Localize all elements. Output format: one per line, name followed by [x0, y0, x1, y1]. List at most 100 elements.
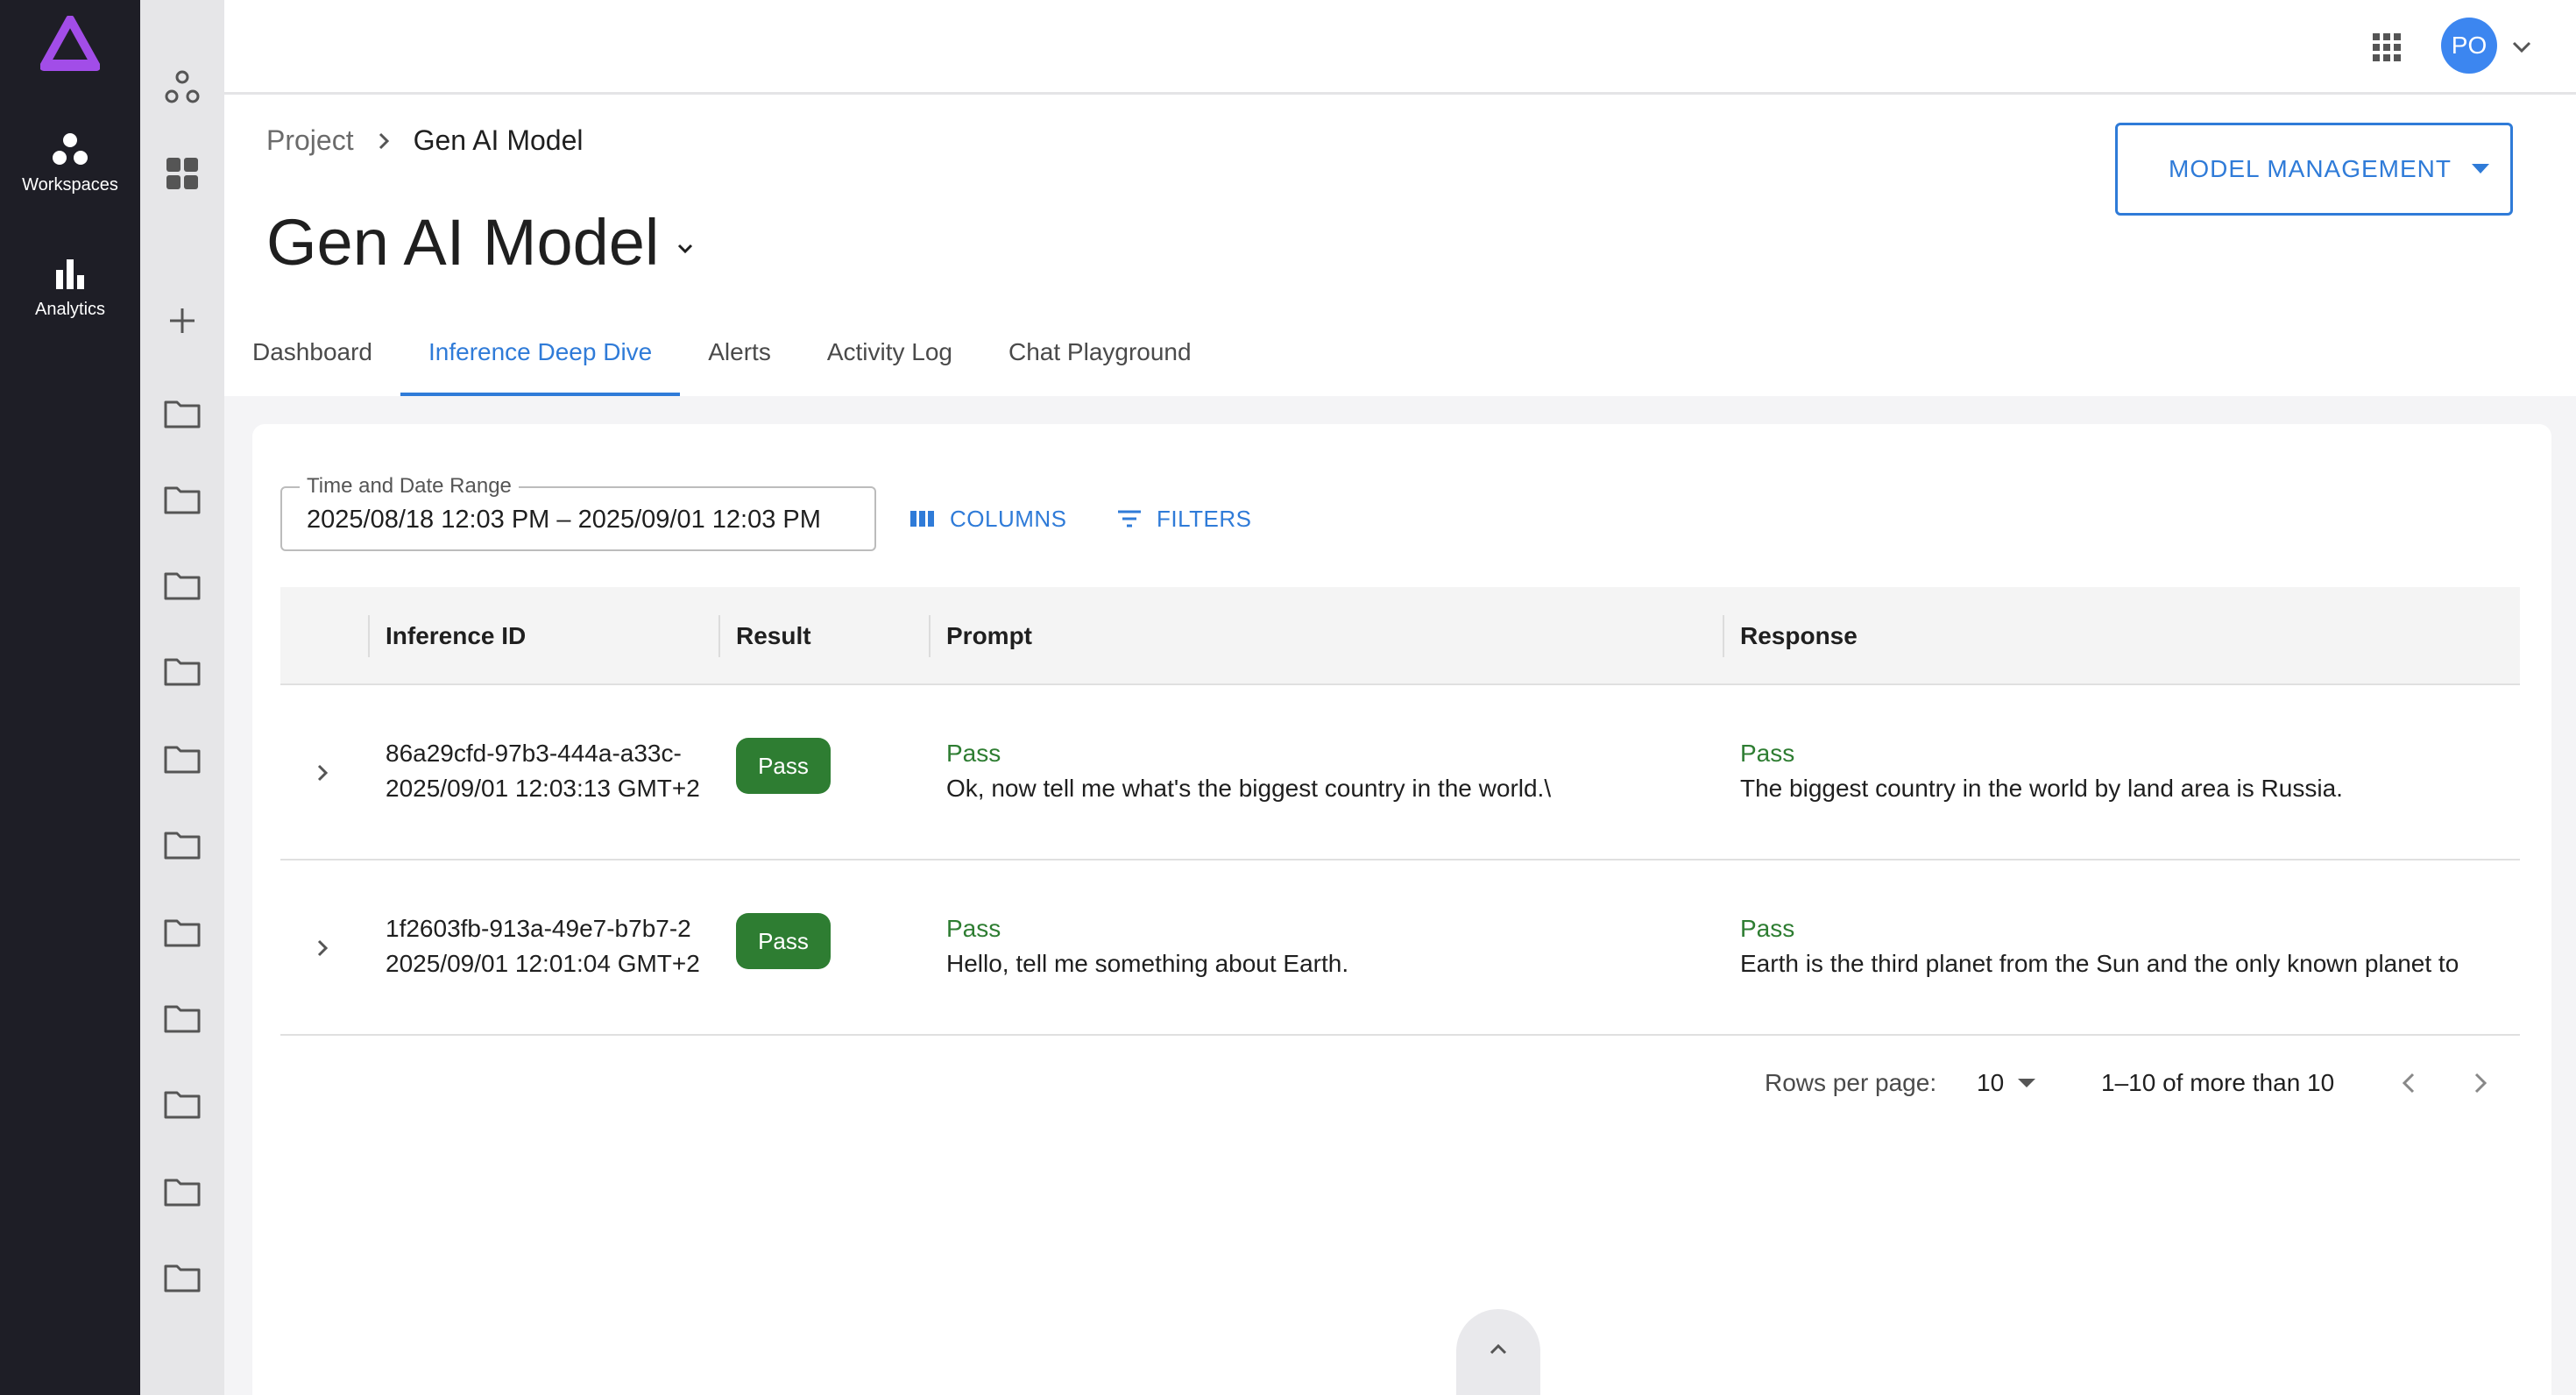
folder-item-7[interactable]	[140, 906, 224, 959]
column-header-prompt[interactable]: Prompt	[929, 587, 1032, 685]
table-row[interactable]: 86a29cfd-97b3-444a-a33c- 2025/09/01 12:0…	[280, 685, 2520, 860]
chevron-right-icon	[379, 132, 389, 149]
pagination-range: 1–10 of more than 10	[2101, 1069, 2335, 1096]
folder-item-3[interactable]	[140, 559, 224, 612]
inference-table: Inference ID Result Prompt Response 86a2…	[280, 587, 2520, 1036]
folder-icon	[164, 746, 201, 774]
result-badge: Pass	[736, 913, 831, 969]
top-bar: PO	[224, 0, 2576, 95]
table-row[interactable]: 1f2603fb-913a-49e7-b7b7-2 2025/09/01 12:…	[280, 860, 2520, 1036]
column-header-result[interactable]: Result	[718, 587, 811, 685]
folder-icon	[164, 1005, 201, 1033]
chevron-right-icon[interactable]	[307, 932, 338, 964]
column-header-inference-id[interactable]: Inference ID	[368, 587, 526, 685]
folder-icon	[164, 572, 201, 600]
rail-item-workspaces[interactable]: Workspaces	[0, 131, 140, 195]
date-range-field[interactable]: Time and Date Range 2025/08/18 12:03 PM …	[280, 474, 876, 551]
rows-per-page-value: 10	[1977, 1069, 2005, 1096]
breadcrumb-project-link[interactable]: Project	[266, 124, 354, 157]
filter-icon	[1118, 510, 1141, 528]
page-title: Gen AI Model	[266, 205, 697, 280]
prompt-status: Pass	[946, 740, 1001, 767]
chevron-down-icon[interactable]	[2509, 35, 2534, 60]
nodes-button[interactable]	[140, 61, 224, 114]
prompt-text: Hello, tell me something about Earth.	[946, 950, 1349, 977]
rail-item-analytics[interactable]: Analytics	[0, 256, 140, 320]
date-range-label: Time and Date Range	[300, 474, 519, 499]
rail-item-label: Analytics	[34, 300, 106, 319]
apps-grid-icon[interactable]	[2369, 30, 2404, 65]
page-title-text: Gen AI Model	[266, 206, 660, 279]
caret-down-icon	[2018, 1079, 2036, 1087]
inference-id: 86a29cfd-97b3-444a-a33c-	[386, 740, 682, 767]
chevron-right-icon[interactable]	[307, 757, 338, 789]
folder-item-10[interactable]	[140, 1165, 224, 1218]
chevron-up-icon	[1490, 1343, 1507, 1355]
response-cell: Pass Earth is the third planet from the …	[1740, 860, 2520, 1036]
response-text: Earth is the third planet from the Sun a…	[1740, 950, 2459, 977]
filters-label: FILTERS	[1157, 505, 1252, 532]
app-logo-icon[interactable]	[40, 16, 100, 72]
prompt-cell: Pass Hello, tell me something about Eart…	[946, 860, 1717, 1036]
breadcrumb-current: Gen AI Model	[413, 124, 584, 156]
chevron-down-icon[interactable]	[673, 237, 697, 261]
column-header-response[interactable]: Response	[1723, 587, 1858, 685]
previous-page-icon[interactable]	[2394, 1067, 2425, 1099]
secondary-nav-rail	[140, 0, 224, 1395]
columns-icon	[910, 511, 934, 527]
response-status: Pass	[1740, 915, 1795, 942]
rows-per-page-label: Rows per page:	[1765, 1069, 1937, 1096]
folder-icon	[164, 1264, 201, 1292]
response-cell: Pass The biggest country in the world by…	[1740, 685, 2520, 860]
inference-id-cell: 86a29cfd-97b3-444a-a33c- 2025/09/01 12:0…	[386, 685, 736, 860]
folder-item-2[interactable]	[140, 473, 224, 526]
date-range-value: 2025/08/18 12:03 PM – 2025/09/01 12:03 P…	[307, 506, 821, 534]
folder-item-1[interactable]	[140, 387, 224, 440]
tab-alerts[interactable]: Alerts	[680, 329, 799, 396]
folder-item-9[interactable]	[140, 1078, 224, 1130]
workspaces-icon	[53, 133, 88, 165]
table-header: Inference ID Result Prompt Response	[280, 587, 2520, 685]
folder-icon	[164, 919, 201, 947]
folder-item-8[interactable]	[140, 992, 224, 1044]
next-page-icon[interactable]	[2464, 1067, 2495, 1099]
folder-item-6[interactable]	[140, 818, 224, 871]
folder-icon	[164, 658, 201, 686]
response-text: The biggest country in the world by land…	[1740, 775, 2343, 802]
nodes-icon	[165, 70, 200, 103]
prompt-text: Ok, now tell me what's the biggest count…	[946, 775, 1552, 802]
breadcrumb: Project Gen AI Model	[266, 124, 583, 157]
inference-id-cell: 1f2603fb-913a-49e7-b7b7-2 2025/09/01 12:…	[386, 860, 736, 1036]
folder-icon	[164, 1179, 201, 1207]
plus-icon	[170, 308, 195, 333]
prompt-status: Pass	[946, 915, 1001, 942]
folder-icon	[164, 400, 201, 428]
folder-item-4[interactable]	[140, 645, 224, 698]
model-management-button[interactable]: MODEL MANAGEMENT	[2115, 123, 2513, 216]
tab-activity-log[interactable]: Activity Log	[799, 329, 980, 396]
user-avatar[interactable]: PO	[2441, 18, 2497, 74]
grid-view-icon	[166, 158, 198, 189]
grid-view-button[interactable]	[140, 147, 224, 200]
tab-dashboard[interactable]: Dashboard	[224, 329, 400, 396]
tab-chat-playground[interactable]: Chat Playground	[980, 329, 1220, 396]
tab-inference-deep-dive[interactable]: Inference Deep Dive	[400, 329, 681, 396]
prompt-cell: Pass Ok, now tell me what's the biggest …	[946, 685, 1717, 860]
scroll-up-button[interactable]	[1456, 1309, 1540, 1395]
columns-button[interactable]: COLUMNS	[909, 501, 1067, 536]
response-status: Pass	[1740, 740, 1795, 767]
primary-nav-rail: Workspaces Analytics	[0, 0, 140, 1395]
columns-label: COLUMNS	[950, 505, 1067, 532]
folder-icon	[164, 832, 201, 860]
folder-item-11[interactable]	[140, 1251, 224, 1304]
rail-item-label: Workspaces	[22, 175, 118, 195]
inference-timestamp: 2025/09/01 12:01:04 GMT+2	[386, 950, 700, 977]
rows-per-page-select[interactable]: 10	[1977, 1066, 2036, 1101]
filters-button[interactable]: FILTERS	[1116, 501, 1251, 536]
folder-item-5[interactable]	[140, 733, 224, 785]
caret-down-icon	[2472, 164, 2489, 173]
add-button[interactable]	[140, 294, 224, 347]
inference-id: 1f2603fb-913a-49e7-b7b7-2	[386, 915, 691, 942]
analytics-icon	[56, 259, 84, 289]
folder-icon	[164, 1091, 201, 1119]
